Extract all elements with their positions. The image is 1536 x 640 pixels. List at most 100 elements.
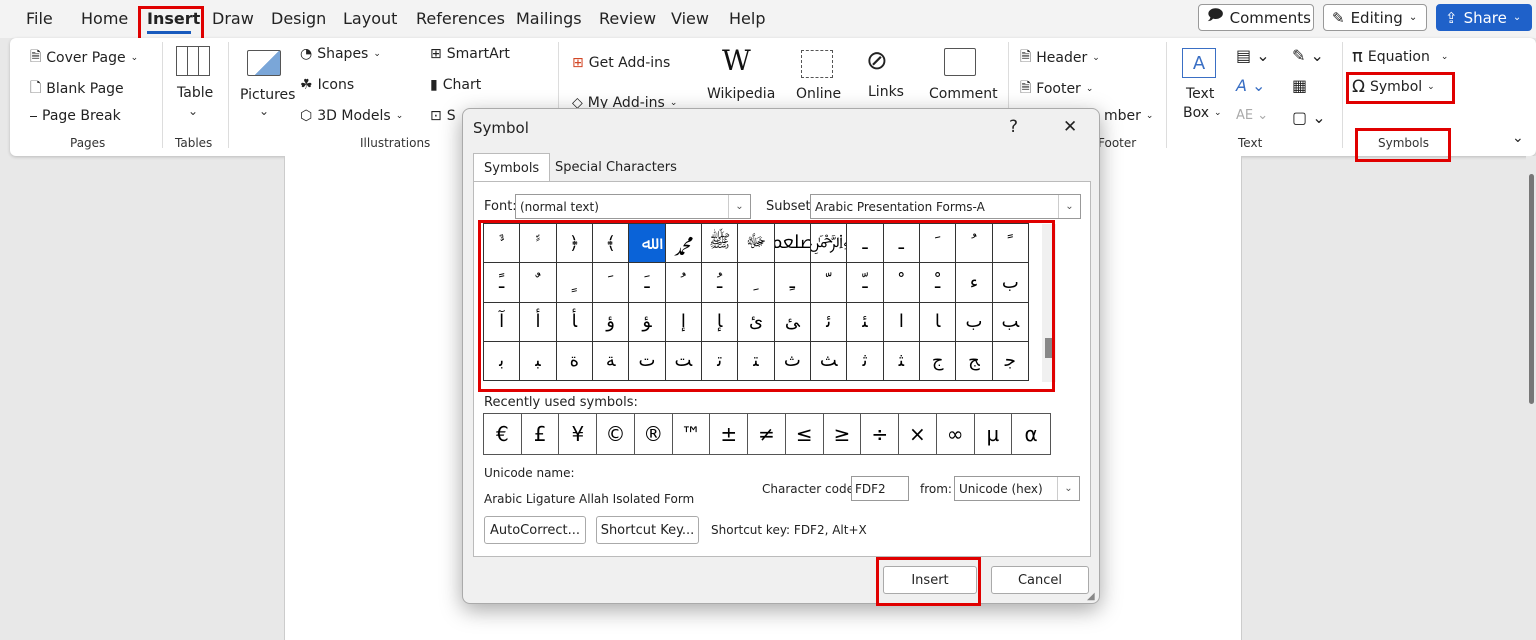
symbol-cell[interactable]: ﺘ	[738, 341, 775, 381]
wordart-icon[interactable]: 𝘈 ⌄	[1236, 76, 1265, 95]
symbol-cell[interactable]: ـ	[883, 224, 920, 264]
symbol-button[interactable]: Ω Symbol ⌄	[1352, 77, 1435, 97]
symbol-cell[interactable]: ﺗ	[701, 341, 739, 381]
help-button[interactable]: ?	[1009, 117, 1018, 137]
recent-symbol-cell[interactable]: ≠	[748, 414, 786, 454]
screenshot-button[interactable]: ⊡ S	[430, 108, 456, 124]
header-button[interactable]: 🗎 Header ⌄	[1020, 46, 1100, 70]
date-time-icon[interactable]: ▦	[1292, 76, 1307, 95]
tab-review[interactable]: Review	[599, 9, 656, 28]
symbol-cell[interactable]: ﺙ	[774, 341, 811, 381]
symbol-cell[interactable]: ﺏ	[956, 302, 993, 342]
symbol-cell[interactable]: ﺐ	[992, 302, 1029, 342]
scrollbar-thumb[interactable]	[1045, 338, 1053, 358]
symbol-cell[interactable]: ـ	[847, 224, 884, 264]
symbol-cell[interactable]: ﺆ	[629, 302, 666, 342]
symbol-cell[interactable]: ﹰ	[992, 224, 1029, 264]
symbol-cell[interactable]: ﷽	[810, 224, 848, 264]
symbol-cell[interactable]: ﺃ	[520, 302, 557, 342]
blank-page-button[interactable]: 🗋 Blank Page	[30, 77, 124, 101]
tab-mailings[interactable]: Mailings	[516, 9, 582, 28]
symbol-cell[interactable]: ﺇ	[665, 302, 702, 342]
3d-models-button[interactable]: ⬡ 3D Models ⌄	[300, 108, 403, 124]
vertical-scrollbar[interactable]	[1526, 156, 1536, 640]
symbol-cell[interactable]: ﺛ	[847, 341, 884, 381]
recent-symbol-cell[interactable]: ©	[597, 414, 635, 454]
symbol-cell[interactable]: ﹺ	[738, 263, 775, 303]
symbol-cell[interactable]: ﺍ	[883, 302, 920, 342]
symbol-cell[interactable]: ﹻ	[774, 263, 811, 303]
autocorrect-button[interactable]: AutoCorrect...	[484, 516, 586, 544]
symbol-cell[interactable]: ﹾ	[883, 263, 920, 303]
subset-select[interactable]: Arabic Presentation Forms-A ⌄	[810, 194, 1081, 219]
symbol-cell[interactable]: ﺚ	[810, 341, 848, 381]
tab-help[interactable]: Help	[729, 9, 765, 28]
symbol-cell[interactable]: ﺊ	[774, 302, 811, 342]
tab-design[interactable]: Design	[271, 9, 326, 28]
insert-button[interactable]: Insert	[883, 566, 977, 594]
recent-symbol-cell[interactable]: €	[484, 414, 522, 454]
recent-symbol-cell[interactable]: ∞	[937, 414, 975, 454]
symbol-cell[interactable]: ﱞ	[484, 224, 521, 264]
symbol-cell[interactable]: ﺈ	[701, 302, 739, 342]
equation-button[interactable]: π Equation ⌄	[1352, 46, 1448, 67]
signature-icon[interactable]: ✎ ⌄	[1292, 46, 1324, 65]
symbol-cell[interactable]: ﺄ	[556, 302, 593, 342]
scrollbar-thumb[interactable]	[1529, 174, 1534, 404]
symbol-cell[interactable]: ﹶ	[592, 263, 630, 303]
symbol-cell[interactable]: ﷻ	[738, 224, 775, 264]
tab-home[interactable]: Home	[81, 9, 128, 28]
recent-symbol-cell[interactable]: ÷	[861, 414, 900, 454]
recent-symbol-cell[interactable]: ≥	[824, 414, 862, 454]
recent-symbol-cell[interactable]: ±	[710, 414, 749, 454]
comment-button[interactable]: Comment	[929, 86, 998, 102]
pictures-button[interactable]: Pictures	[240, 87, 295, 103]
text-box-button[interactable]: Box ⌄	[1183, 105, 1222, 121]
symbol-cell[interactable]: ﺟ	[992, 341, 1029, 381]
symbol-cell[interactable]: ﹱ	[484, 263, 521, 303]
icons-button[interactable]: ☘ Icons	[300, 77, 354, 93]
from-select[interactable]: Unicode (hex) ⌄	[954, 476, 1080, 501]
symbol-cell[interactable]: ﹸ	[956, 224, 993, 264]
tab-special-characters[interactable]: Special Characters	[545, 153, 687, 182]
tab-insert[interactable]: Insert	[147, 9, 200, 28]
symbol-cell[interactable]: ﺖ	[665, 341, 702, 381]
symbol-cell[interactable]: ﺑ	[484, 341, 521, 381]
recent-symbol-cell[interactable]: ®	[635, 414, 673, 454]
symbol-cell[interactable]: ﹶ	[919, 224, 957, 264]
wikipedia-button[interactable]: Wikipedia	[707, 86, 775, 102]
symbol-cell[interactable]: ﺅ	[592, 302, 630, 342]
chart-button[interactable]: ▮ Chart	[430, 77, 481, 93]
symbol-cell[interactable]: ﷴ	[665, 224, 702, 264]
table-button[interactable]: Table	[177, 85, 213, 101]
symbol-cell[interactable]: ﹹ	[701, 263, 739, 303]
symbol-cell[interactable]: ﱟ	[520, 224, 557, 264]
cover-page-button[interactable]: 🗎 Cover Page ⌄	[30, 46, 138, 70]
cancel-button[interactable]: Cancel	[991, 566, 1089, 594]
symbol-cell[interactable]: ﹼ	[810, 263, 848, 303]
resize-grip-icon[interactable]: ◢	[1087, 591, 1095, 602]
recent-symbol-cell[interactable]: µ	[975, 414, 1013, 454]
tab-file[interactable]: File	[26, 9, 53, 28]
recent-symbol-cell[interactable]: £	[522, 414, 560, 454]
symbol-cell[interactable]: ﺝ	[919, 341, 957, 381]
drop-cap-button[interactable]: AE ⌄	[1236, 108, 1268, 123]
symbol-cell[interactable]: ﹸ	[665, 263, 702, 303]
tab-symbols[interactable]: Symbols	[473, 153, 551, 182]
symbol-cell-selected[interactable]: ﷲ	[629, 224, 666, 264]
share-button[interactable]: ⇪ Share ⌄	[1436, 4, 1532, 31]
symbol-cell[interactable]: ﺞ	[956, 341, 993, 381]
symbol-cell[interactable]: ﺒ	[520, 341, 557, 381]
symbol-cell[interactable]: ﺌ	[847, 302, 884, 342]
symbol-cell[interactable]: ﺀ	[956, 263, 993, 303]
symbol-cell[interactable]: ﹿ	[919, 263, 957, 303]
page-break-button[interactable]: ⎯ Page Break	[30, 108, 121, 124]
symbol-cell[interactable]: ﷺ	[701, 224, 739, 264]
quick-parts-icon[interactable]: ▤ ⌄	[1236, 46, 1270, 65]
symbol-cell[interactable]: ﺎ	[919, 302, 957, 342]
font-select[interactable]: (normal text) ⌄	[515, 194, 751, 219]
symbol-cell[interactable]: ﺉ	[738, 302, 775, 342]
symbol-cell[interactable]: ﺏ	[992, 263, 1029, 303]
recent-symbol-cell[interactable]: ×	[899, 414, 937, 454]
symbol-cell[interactable]: ﷵ	[774, 224, 811, 264]
